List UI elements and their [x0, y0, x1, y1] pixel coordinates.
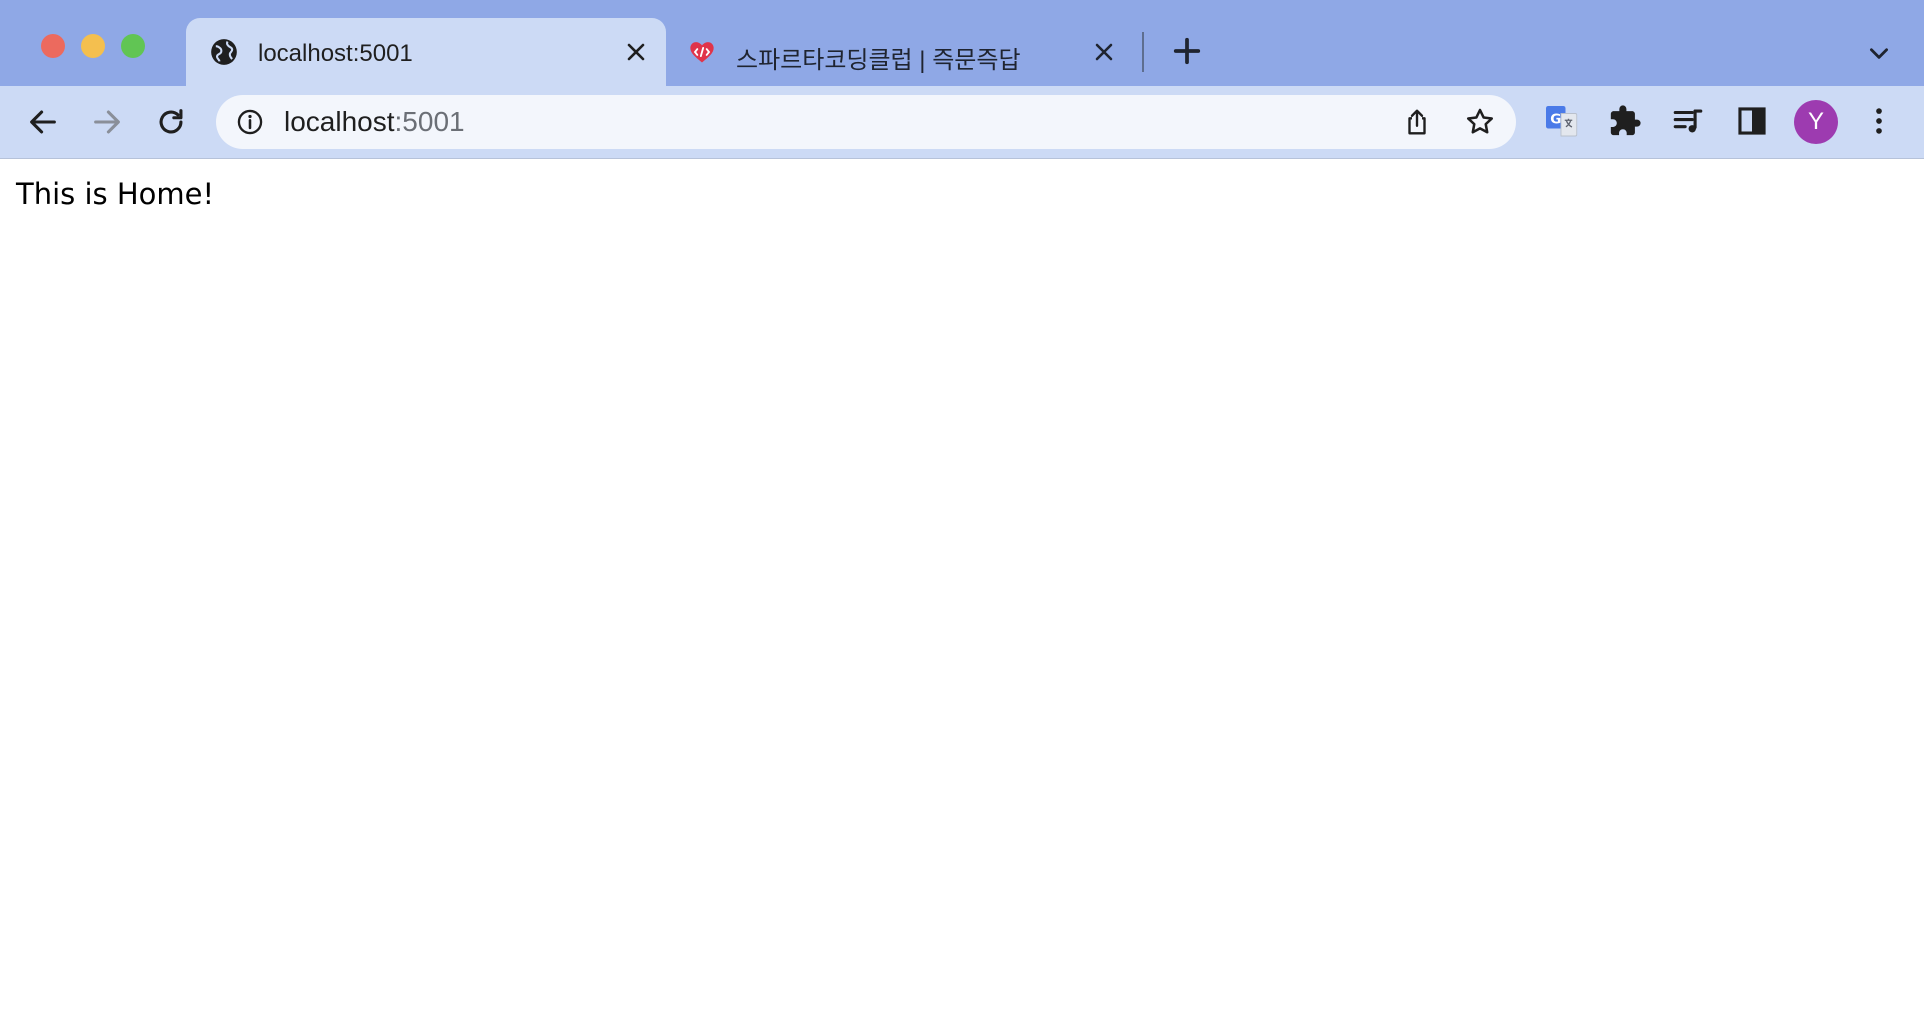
globe-icon [211, 39, 237, 65]
tab-title: localhost:5001 [258, 40, 413, 67]
home-message: This is Home! [16, 177, 215, 211]
close-tab-icon[interactable] [1092, 40, 1116, 64]
address-bar[interactable]: localhost:5001 [216, 95, 1516, 149]
media-control-icon[interactable] [1671, 104, 1705, 138]
tab-localhost[interactable]: localhost:5001 [186, 18, 666, 86]
tab-title: 스파르타코딩클럽 | 즉문즉답 [736, 47, 1021, 74]
close-tab-icon[interactable] [624, 40, 648, 64]
reload-icon[interactable] [154, 105, 188, 139]
tab-strip: localhost:5001 스파르타코딩클럽 | 즉문즉답 [0, 0, 1924, 86]
close-window-button[interactable] [41, 34, 65, 58]
url-port: :5001 [394, 106, 465, 137]
share-icon[interactable] [1402, 107, 1432, 137]
minimize-window-button[interactable] [81, 34, 105, 58]
google-translate-icon[interactable]: G [1543, 103, 1579, 139]
svg-text:G: G [1550, 111, 1561, 127]
new-tab-icon[interactable] [1172, 36, 1202, 66]
spartacoding-logo-icon [690, 42, 714, 63]
forward-arrow-icon[interactable] [90, 105, 124, 139]
side-panel-icon[interactable] [1735, 104, 1769, 138]
chevron-down-icon[interactable] [1866, 40, 1892, 66]
info-icon[interactable] [236, 108, 264, 136]
extensions-puzzle-icon[interactable] [1608, 104, 1642, 138]
browser-window: localhost:5001 스파르타코딩클럽 | 즉문즉답 localhost… [0, 0, 1924, 1016]
page-content: This is Home! [0, 159, 1924, 1016]
profile-avatar[interactable]: Y [1794, 100, 1838, 144]
bookmark-star-icon[interactable] [1464, 106, 1496, 138]
tab-separator [1142, 32, 1144, 72]
zoom-window-button[interactable] [121, 34, 145, 58]
tab-spartacoding[interactable]: 스파르타코딩클럽 | 즉문즉답 [676, 18, 1126, 86]
url-host: localhost [284, 106, 395, 137]
toolbar: localhost:5001 G Y [0, 86, 1924, 159]
kebab-menu-icon[interactable] [1862, 104, 1896, 138]
back-arrow-icon[interactable] [26, 105, 60, 139]
url-text[interactable]: localhost:5001 [284, 108, 465, 136]
